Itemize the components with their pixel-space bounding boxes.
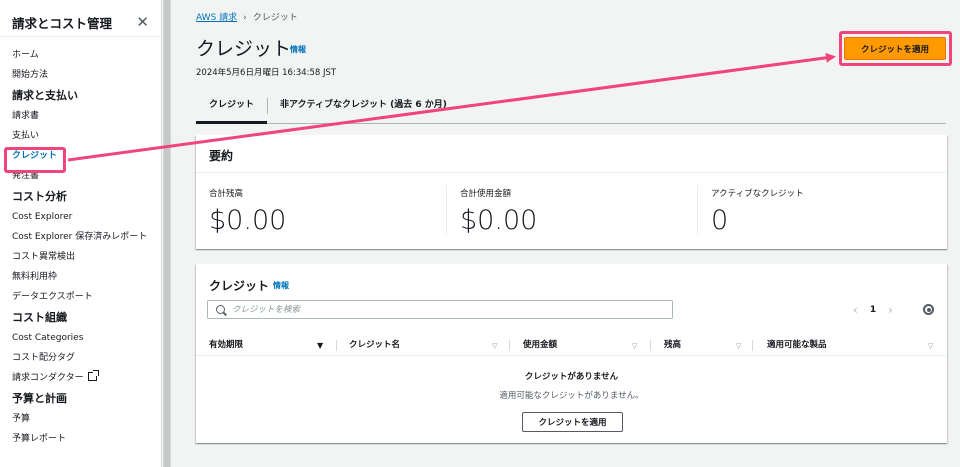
sort-icon[interactable]: ▽ — [632, 342, 637, 350]
sidebar-title: 請求とコスト管理 — [12, 16, 113, 31]
sidebar-item-cost-allocation-tags[interactable]: コスト配分タグ — [0, 348, 161, 368]
sidebar-section-cost-analysis: コスト分析 — [12, 190, 67, 203]
breadcrumb: AWS 請求 › クレジット — [196, 10, 298, 23]
sort-icon[interactable]: ▽ — [736, 342, 741, 350]
column-divider — [336, 340, 337, 351]
highlight-box-credits-nav — [4, 147, 66, 173]
sidebar-item-home[interactable]: ホーム — [0, 45, 161, 65]
kpi-value: $0.00 — [460, 205, 538, 236]
highlight-box-apply-button — [839, 31, 952, 66]
column-divider — [509, 340, 510, 351]
sidebar-item-saved-reports[interactable]: Cost Explorer 保存済みレポート — [0, 227, 161, 247]
column-divider — [650, 340, 651, 351]
kpi-label: 合計使用金額 — [460, 189, 512, 199]
kpi-label: 合計残高 — [209, 189, 244, 199]
credits-table-title: クレジット — [209, 279, 270, 293]
credits-table-card: クレジット 情報 ‹ 1 › 有効期限 ▼ クレジット名 ▽ 使用金額 ▽ 残高… — [196, 264, 947, 443]
column-header-expiry[interactable]: 有効期限 — [209, 334, 243, 356]
search-icon — [216, 305, 225, 314]
page-number[interactable]: 1 — [870, 305, 876, 315]
sidebar-item-anomaly-detection[interactable]: コスト異常検出 — [0, 247, 161, 267]
breadcrumb-current: クレジット — [252, 13, 298, 23]
sort-icon[interactable]: ▽ — [492, 342, 497, 350]
search-box — [207, 300, 673, 319]
gear-icon[interactable] — [923, 304, 934, 315]
sidebar-section-budgets: 予算と計画 — [12, 392, 67, 405]
sidebar-nav: ホーム 開始方法 請求と支払い 請求書 支払い クレジット 発注書 コスト分析 … — [0, 37, 161, 449]
sidebar-scrollbar-thumb[interactable] — [164, 0, 170, 467]
table-header: 有効期限 ▼ クレジット名 ▽ 使用金額 ▽ 残高 ▽ 適用可能な製品 ▽ — [196, 334, 947, 356]
credits-info-link[interactable]: 情報 — [273, 280, 289, 291]
kpi-value: 0 — [711, 205, 729, 236]
column-header-amount-used[interactable]: 使用金額 — [523, 334, 557, 356]
chevron-right-icon[interactable]: › — [888, 303, 893, 317]
sort-icon[interactable]: ▽ — [928, 342, 933, 350]
sidebar-section-cost-organization: コスト組織 — [12, 311, 67, 324]
column-divider — [752, 340, 753, 351]
sort-down-icon[interactable]: ▼ — [317, 341, 323, 350]
sidebar-item-cost-categories[interactable]: Cost Categories — [0, 328, 161, 348]
chevron-right-icon: › — [243, 13, 247, 23]
kpi-value: $0.00 — [209, 205, 287, 236]
sidebar-item-bills[interactable]: 請求書 — [0, 106, 161, 126]
kpi-active-credits: アクティブなクレジット 0 — [698, 173, 947, 249]
external-link-icon — [87, 370, 99, 381]
empty-state-description: 適用可能なクレジットがありません。 — [499, 391, 644, 401]
close-icon[interactable]: ✕ — [136, 15, 149, 30]
kpi-total-used: 合計使用金額 $0.00 — [447, 173, 697, 249]
sidebar-item-budgets[interactable]: 予算 — [0, 409, 161, 429]
sidebar-item-payments[interactable]: 支払い — [0, 126, 161, 146]
column-header-balance[interactable]: 残高 — [664, 334, 681, 356]
summary-title: 要約 — [196, 135, 947, 173]
column-header-applicable-products[interactable]: 適用可能な製品 — [767, 334, 827, 356]
sidebar-item-budget-reports[interactable]: 予算レポート — [0, 429, 161, 449]
summary-card: 要約 合計残高 $0.00 合計使用金額 $0.00 アクティブなクレジット 0 — [196, 135, 947, 249]
sidebar-item-free-tier[interactable]: 無料利用枠 — [0, 267, 161, 287]
tab-credits[interactable]: クレジット — [196, 88, 267, 124]
tabs: クレジット 非アクティブなクレジット (過去 6 か月) — [196, 88, 946, 124]
page-info-link[interactable]: 情報 — [290, 44, 306, 55]
apply-credit-empty-button[interactable]: クレジットを適用 — [522, 412, 623, 432]
chevron-left-icon[interactable]: ‹ — [853, 303, 858, 317]
kpi-label: アクティブなクレジット — [711, 189, 804, 199]
search-input[interactable] — [232, 302, 662, 317]
sidebar-item-label: 請求コンダクター — [12, 373, 84, 383]
page-date: 2024年5月6日月曜日 16:34:58 JST — [196, 68, 337, 78]
sidebar-section-billing: 請求と支払い — [12, 89, 78, 102]
sidebar-item-data-exports[interactable]: データエクスポート — [0, 287, 161, 307]
column-header-credit-name[interactable]: クレジット名 — [349, 334, 400, 356]
sidebar: 請求とコスト管理 ✕ ホーム 開始方法 請求と支払い 請求書 支払い クレジット… — [0, 0, 162, 467]
tab-inactive-credits[interactable]: 非アクティブなクレジット (過去 6 か月) — [280, 88, 447, 124]
tab-divider — [267, 98, 268, 114]
main-content: AWS 請求 › クレジット クレジット 情報 2024年5月6日月曜日 16:34… — [171, 0, 960, 467]
sidebar-item-billing-conductor[interactable]: 請求コンダクター — [0, 368, 161, 388]
sidebar-item-getting-started[interactable]: 開始方法 — [0, 65, 161, 85]
breadcrumb-root-link[interactable]: AWS 請求 — [196, 13, 237, 23]
sidebar-item-cost-explorer[interactable]: Cost Explorer — [0, 207, 161, 227]
sidebar-header: 請求とコスト管理 ✕ — [0, 0, 161, 36]
kpi-total-balance: 合計残高 $0.00 — [196, 173, 446, 249]
pagination: ‹ 1 › — [853, 302, 893, 318]
empty-state-title: クレジットがありません — [524, 372, 619, 382]
page-title: クレジット — [196, 38, 292, 60]
